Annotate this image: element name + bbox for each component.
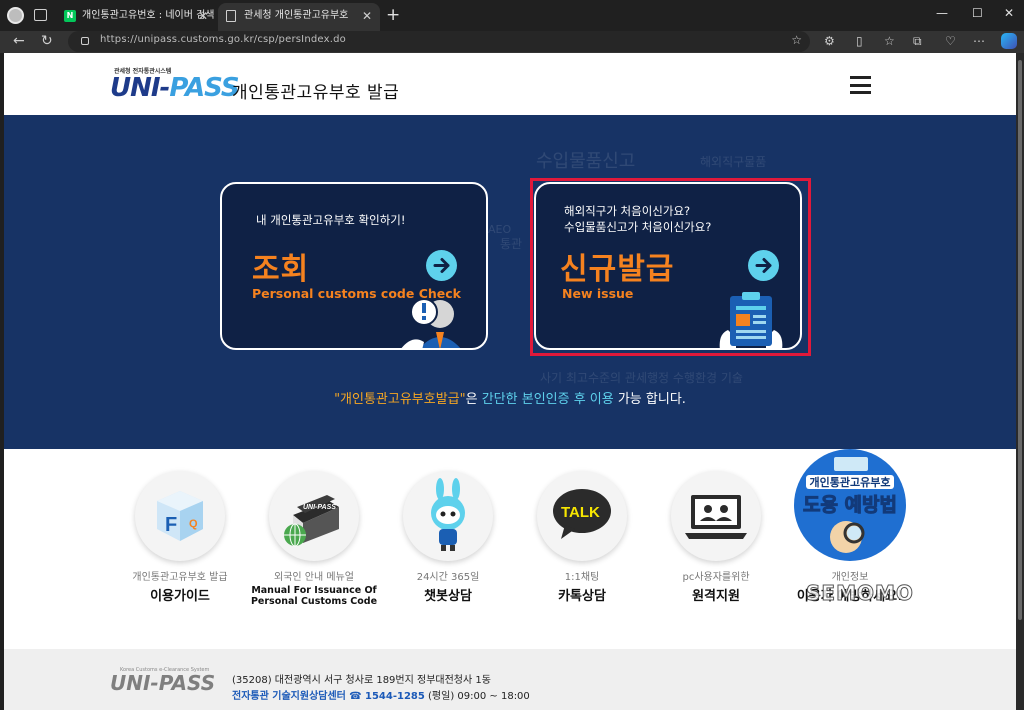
browser-tab-naver[interactable]: N 개인통관고유번호 : 네이버 검색 ✕ (56, 3, 216, 31)
card-subtitle: 내 개인통관고유부호 확인하기! (256, 213, 406, 227)
service-sub: 1:1채팅 (564, 572, 600, 583)
site-header: 관세청 전자통관시스템 UNI-PASS 개인통관고유부호 발급 (4, 53, 1016, 115)
service-remote-support[interactable]: pc사용자를위한 원격지원 (641, 471, 791, 604)
refresh-icon[interactable]: ↻ (41, 33, 53, 49)
copilot-icon[interactable] (1001, 33, 1017, 49)
svg-text:TALK: TALK (561, 504, 600, 521)
page-title: 개인통관고유부호 발급 (232, 83, 400, 103)
service-foreigner-manual[interactable]: UNI-PASS 외국인 안내 메뉴얼 Manual For Issuance … (239, 471, 389, 607)
split-screen-icon[interactable]: ▯ (856, 34, 863, 48)
footer-logo: UNI-PASS (110, 671, 216, 695)
page-viewport: 관세청 전자통관시스템 UNI-PASS 개인통관고유부호 발급 수입물품신고 … (4, 53, 1016, 710)
close-window-button[interactable]: ✕ (1004, 6, 1014, 20)
tab-title: 개인통관고유번호 : 네이버 검색 (82, 10, 215, 21)
service-sub: 24시간 365일 (416, 572, 480, 583)
background-word: 수입물품신고 (536, 151, 636, 172)
faq-cube-icon: F Q (135, 471, 225, 561)
address-toolbar: ← ↻ https://unipass.customs.go.kr/csp/pe… (0, 31, 1024, 53)
theft-prevention-icon: 개인통관고유부호 도용 예방법 (794, 449, 906, 561)
browser-tab-customs[interactable]: 관세청 개인통관고유부호 ✕ (218, 3, 380, 31)
background-word: 사기 최고수준의 관세행정 수행환경 기술 (540, 371, 743, 385)
service-label: Manual For Issuance Of Personal Customs … (250, 585, 378, 607)
favorites-icon[interactable]: ☆ (884, 34, 895, 48)
address-bar[interactable]: https://unipass.customs.go.kr/csp/persIn… (68, 31, 810, 52)
background-word: 통관 (500, 237, 523, 251)
footer-contact: 전자통관 기술지원상담센터 ☎ 1544-1285 (평일) 09:00 ~ 1… (232, 687, 530, 702)
favorite-star-icon[interactable]: ☆ (791, 33, 802, 47)
background-word: 해외직구물품 (700, 155, 767, 169)
notice-part: 간단한 본인인증 후 이용 (481, 392, 614, 407)
minimize-button[interactable]: — (936, 6, 948, 20)
profile-avatar[interactable] (7, 7, 24, 24)
service-kakaotalk[interactable]: TALK 1:1채팅 카톡상담 (507, 471, 657, 604)
url-text: https://unipass.customs.go.kr/csp/persIn… (100, 34, 346, 45)
chatbot-mascot-icon (403, 471, 493, 561)
service-sub: 개인통관고유부호 발급 (132, 572, 228, 583)
back-icon[interactable]: ← (13, 33, 25, 49)
browser-tab-strip: N 개인통관고유번호 : 네이버 검색 ✕ 관세청 개인통관고유부호 ✕ + —… (0, 0, 1024, 31)
service-sub: pc사용자를위한 (682, 572, 750, 583)
service-label: 카톡상담 (558, 589, 606, 604)
unipass-logo[interactable]: UNI-PASS (110, 73, 240, 103)
manual-book-icon: UNI-PASS (269, 471, 359, 561)
menu-icon[interactable] (850, 76, 871, 94)
service-icons: F Q 개인통관고유부호 발급 이용가이드 UNI-PASS 외국인 안내 메뉴… (4, 449, 1016, 649)
maximize-button[interactable]: ☐ (972, 6, 983, 20)
logo-pass-text: PASS (169, 73, 239, 103)
site-footer: Korea Customs e-Clearance System UNI-PAS… (4, 649, 1016, 710)
service-chatbot[interactable]: 24시간 365일 챗봇상담 (373, 471, 523, 604)
scrollbar-thumb[interactable] (1018, 60, 1022, 620)
svg-text:도용 예방법: 도용 예방법 (803, 494, 897, 516)
collections-icon[interactable]: ⧉ (913, 34, 922, 49)
highlight-box (530, 178, 811, 356)
lock-icon (81, 37, 89, 45)
notice-text: "개인통관고유부호발급"은 간단한 본인인증 후 이용 가능 합니다. (4, 388, 1016, 407)
remote-support-icon (671, 471, 761, 561)
person-question-icon (401, 298, 461, 348)
lookup-card[interactable]: 내 개인통관고유부호 확인하기! 조회 Personal customs cod… (220, 182, 488, 350)
browser-essentials-icon[interactable]: ♡ (945, 34, 956, 48)
footer-center: 전자통관 기술지원상담센터 (232, 691, 346, 702)
more-icon[interactable]: ⋯ (973, 34, 985, 48)
tab-actions-icon[interactable] (34, 9, 47, 21)
footer-phone[interactable]: ☎ 1544-1285 (349, 691, 425, 702)
service-label: 원격지원 (692, 589, 740, 604)
new-tab-button[interactable]: + (386, 4, 400, 26)
svg-text:F: F (165, 514, 177, 536)
close-icon[interactable]: ✕ (198, 3, 208, 29)
service-label: 챗봇상담 (424, 589, 472, 604)
service-usage-guide[interactable]: F Q 개인통관고유부호 발급 이용가이드 (105, 471, 255, 604)
notice-part: 은 (465, 392, 482, 407)
arrow-right-icon[interactable] (426, 250, 457, 281)
tab-title: 관세청 개인통관고유부호 (244, 10, 349, 21)
background-word: AEO (488, 223, 512, 236)
service-sub: 외국인 안내 메뉴얼 (274, 572, 354, 583)
notice-part: "개인통관고유부호발급" (334, 392, 466, 407)
service-label: 이용가이드 (150, 589, 210, 604)
extensions-icon[interactable]: ⚙ (824, 34, 835, 48)
card-title: 조회 (252, 252, 310, 287)
kakaotalk-icon: TALK (537, 471, 627, 561)
watermark: SEMOMO (806, 581, 914, 606)
footer-hours: (평일) 09:00 ~ 18:00 (428, 691, 530, 702)
naver-icon: N (64, 10, 76, 22)
svg-text:Q: Q (189, 518, 198, 530)
svg-text:개인통관고유부호: 개인통관고유부호 (810, 475, 891, 489)
footer-address: (35208) 대전광역시 서구 청사로 189번지 정부대전청사 1동 (232, 675, 491, 686)
logo-uni-text: UNI- (110, 73, 170, 103)
document-icon (226, 10, 236, 22)
notice-part: 가능 합니다. (613, 392, 686, 407)
hero-section: 수입물품신고 해외직구물품 통관 AEO 사기 최고수준의 관세행정 수행환경 … (4, 115, 1016, 449)
close-icon[interactable]: ✕ (362, 3, 372, 29)
svg-text:UNI-PASS: UNI-PASS (303, 504, 336, 511)
